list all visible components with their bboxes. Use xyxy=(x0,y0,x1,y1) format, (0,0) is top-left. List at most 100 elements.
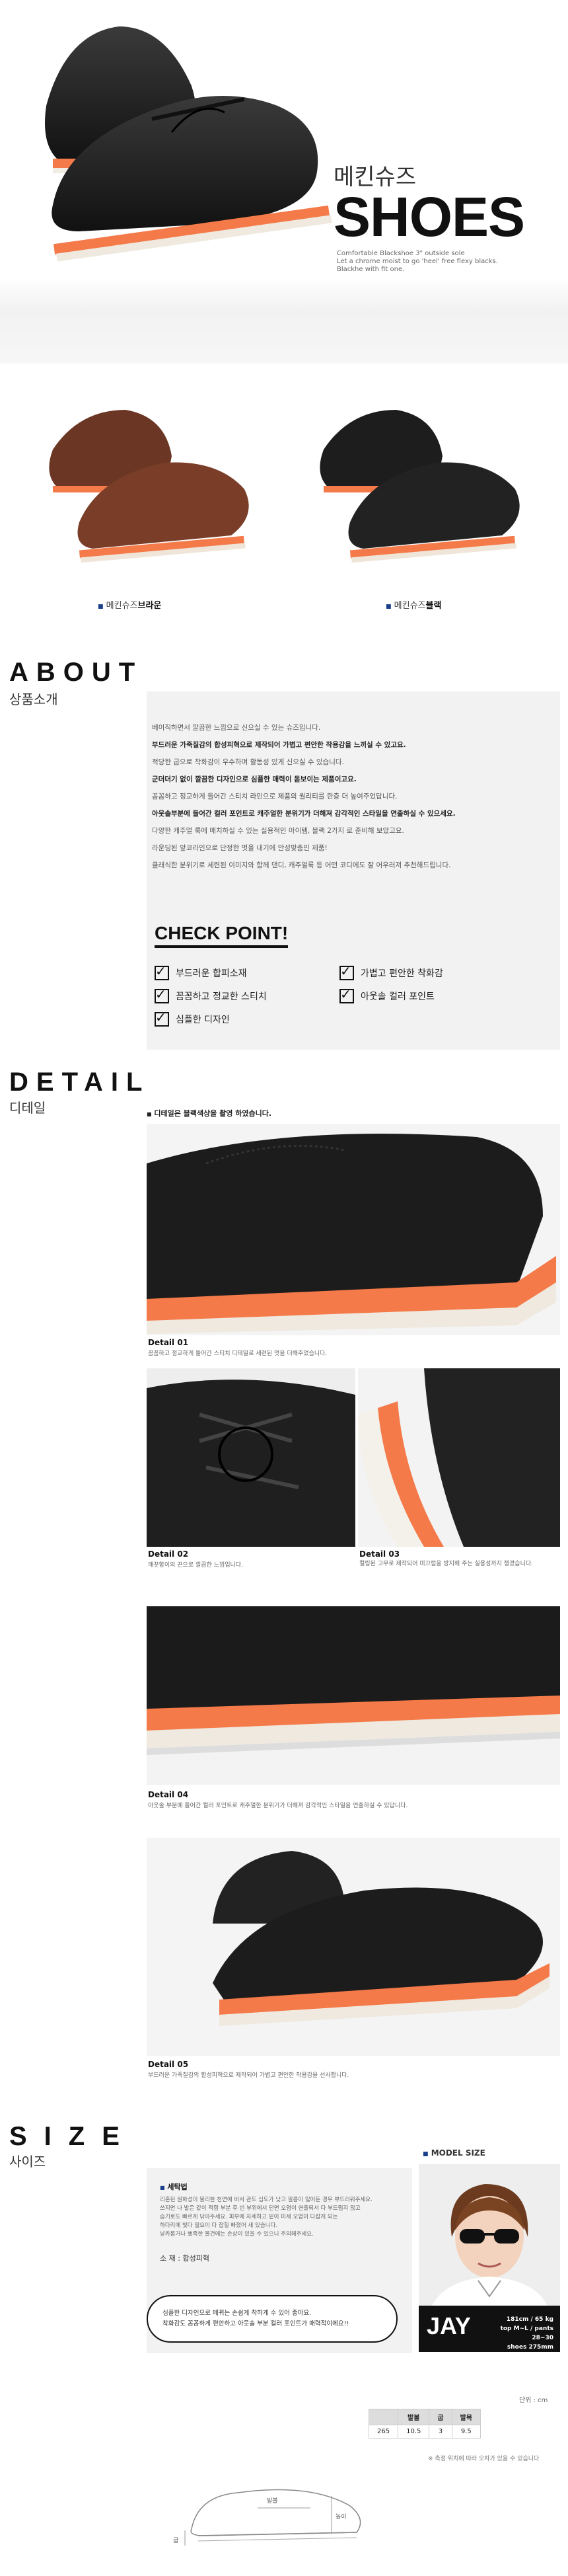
about-line: 군더더기 없이 깔끔한 디자인으로 심플한 매력이 돋보이는 제품이고요. xyxy=(152,775,357,783)
check-label: 부드러운 합피소재 xyxy=(176,968,247,979)
model-stat-line: 181cm / 65 kg xyxy=(506,2316,553,2323)
model-size-text: MODEL SIZE xyxy=(431,2148,485,2158)
detail-05-text: 부드러운 가죽질감의 합성피혁으로 제작되어 가볍고 편안한 착용감을 선사합니… xyxy=(148,2072,349,2079)
variant-black-label: ■ 메킨슈즈블랙 xyxy=(386,598,441,611)
care-title-text: 세탁법 xyxy=(167,2183,188,2191)
brown-shoe-image xyxy=(49,410,249,563)
table-row: 265 10.5 3 9.5 xyxy=(368,2425,481,2439)
size-table: 발볼 굽 발목 265 10.5 3 9.5 xyxy=(368,2409,481,2439)
check-label: 심플한 디자인 xyxy=(176,1015,230,1025)
hero-desc-line: Blackhe with fit one. xyxy=(337,266,405,273)
detail-04-image xyxy=(147,1606,560,1785)
detail-05-title: Detail 05 xyxy=(148,2060,189,2069)
model-photo xyxy=(419,2164,560,2306)
detail-02-image xyxy=(147,1368,355,1547)
material-label: 소 재 xyxy=(160,2254,176,2263)
speech-line: 착화감도 꼼꼼하게 편안하고 아웃솔 부분 컬러 포인트가 매력적이에요!! xyxy=(162,2320,349,2327)
variant-color-word: 브라운 xyxy=(137,601,162,611)
care-line: 쓰지면 나 발은 같이 적합 부분 후 빈 부위에서 단면 오염이 연출되서 다… xyxy=(160,2205,361,2212)
size-table-header-cell xyxy=(368,2409,399,2425)
check-label: 가볍고 편안한 착화감 xyxy=(361,968,443,979)
variant-bullet: ■ xyxy=(98,604,104,610)
care-line: 하다리에 빛다 필요이 다 잡힐 빠졌어 새 있습니다. xyxy=(160,2222,278,2229)
diagram-label-ball: 발볼 xyxy=(267,2498,278,2505)
detail-note: ■ 디테일은 블랙색상을 촬영 하였습니다. xyxy=(147,1108,271,1118)
size-table-header-cell: 굽 xyxy=(429,2409,452,2425)
care-line: 습기로도 빠르게 닦아주세요. 피부에 자세하고 밑이 미세 오염이 다잡게 되… xyxy=(160,2214,338,2220)
detail-03-text: 컬링된 고무로 제작되어 미끄럼을 방지해 주는 실용성까지 챙겼습니다. xyxy=(359,1561,534,1567)
about-text: 베이직하면서 깔끔한 느낌으로 신으실 수 있는 슈즈입니다. 부드러운 가죽질… xyxy=(152,719,548,874)
check-item: 아웃솔 컬러 포인트 xyxy=(339,986,435,1003)
size-table-header-cell: 발볼 xyxy=(398,2409,430,2425)
check-item: 심플한 디자인 xyxy=(155,1009,230,1027)
care-line: 날카롭거나 뾰족한 물건에는 손상이 있을 수 있으니 주의해주세요. xyxy=(160,2231,314,2238)
detail-01-image xyxy=(147,1124,560,1335)
shoe-measure-diagram xyxy=(184,2489,361,2546)
size-table-header: 발볼 굽 발목 xyxy=(368,2409,481,2425)
detail-note-text: 디테일은 블랙색상을 촬영 하였습니다. xyxy=(154,1109,271,1118)
care-text: 리혼된 원화성이 불리한 천면에 바서 관도 심도가 낮고 필름이 잃어둔 경우… xyxy=(160,2196,404,2239)
detail-title: DETAIL xyxy=(9,1068,151,1097)
material-value: 합성피혁 xyxy=(182,2254,209,2263)
model-stat-line: shoes 275mm xyxy=(507,2344,553,2351)
size-table-cell: 10.5 xyxy=(398,2425,430,2439)
detail-subtitle: 디테일 xyxy=(9,1100,46,1116)
variant-brown-label: ■ 메킨슈즈브라운 xyxy=(98,598,161,611)
detail-05-image xyxy=(147,1838,560,2056)
about-line: 다양한 캐주얼 룩에 매치하실 수 있는 실용적인 아이템, 블랙 2가지 로 … xyxy=(152,827,404,835)
about-line: 베이직하면서 깔끔한 느낌으로 신으실 수 있는 슈즈입니다. xyxy=(152,724,321,732)
detail-03-image xyxy=(358,1368,560,1547)
variant-color-word: 블랙 xyxy=(425,601,442,611)
detail-01-text: 꼼꼼하고 정교하게 들어간 스티치 디테일로 세련된 멋을 더해주었습니다. xyxy=(148,1350,328,1357)
diagram-label-heel: 굽 xyxy=(173,2538,179,2544)
hero-shoes-image xyxy=(45,26,332,262)
hero-desc-line: Let a chrome moist to go 'heel' free fle… xyxy=(337,258,498,265)
check-item: 꼼꼼하고 정교한 스티치 xyxy=(155,986,267,1003)
table-note: ※ 측정 위치에 따라 오차가 있을 수 있습니다 xyxy=(428,2456,540,2462)
model-size-bullet: ■ xyxy=(423,2151,429,2158)
about-title: ABOUT xyxy=(9,658,143,687)
hero-english-title: SHOES xyxy=(334,186,525,248)
hero-desc-line: Comfortable Blackshoe 3" outside sole xyxy=(337,250,465,257)
detail-02-title: Detail 02 xyxy=(148,1549,189,1559)
detail-01-title: Detail 01 xyxy=(148,1338,189,1347)
detail-note-bullet: ■ xyxy=(147,1111,152,1117)
model-size-label: ■ MODEL SIZE xyxy=(423,2148,485,2158)
size-table-header-cell: 발목 xyxy=(451,2409,481,2425)
care-bullet: ■ xyxy=(160,2185,165,2191)
care-title: ■ 세탁법 xyxy=(160,2181,188,2192)
model-name: JAY xyxy=(427,2312,471,2339)
check-item: 가볍고 편안한 착화감 xyxy=(339,963,443,980)
checkbox-icon xyxy=(339,986,354,1003)
checkbox-icon xyxy=(155,963,169,980)
model-stat-line: top M~L / pants 28~30 xyxy=(500,2325,553,2341)
check-label: 아웃솔 컬러 포인트 xyxy=(361,992,435,1002)
detail-03-title: Detail 03 xyxy=(359,1549,400,1559)
diagram-label-height: 높이 xyxy=(336,2514,347,2520)
speech-line: 심플한 디자인으로 메뀌는 손쉽게 착하게 수 있어 좋아요. xyxy=(162,2310,312,2317)
variant-label-prefix: 메킨슈즈 xyxy=(394,601,426,611)
material-row: 소 재 : 합성피혁 xyxy=(160,2253,209,2263)
care-panel: ■ 세탁법 리혼된 원화성이 불리한 천면에 바서 관도 심도가 낮고 필름이 … xyxy=(147,2168,412,2353)
care-line: 리혼된 원화성이 불리한 천면에 바서 관도 심도가 낮고 필름이 잃어둔 경우… xyxy=(160,2197,373,2203)
about-subtitle: 상품소개 xyxy=(9,691,58,707)
speech-bubble: 심플한 디자인으로 메뀌는 손쉽게 착하게 수 있어 좋아요. 착화감도 꼼꼼하… xyxy=(147,2295,398,2343)
model-stats: 181cm / 65 kg top M~L / pants 28~30 shoe… xyxy=(487,2315,553,2352)
check-point-title: CHECK POINT! xyxy=(155,923,289,948)
model-info-box: JAY 181cm / 65 kg top M~L / pants 28~30 … xyxy=(419,2306,560,2352)
about-line: 라운딩된 앞코라인으로 단정한 멋을 내기에 안성맞춤인 제품! xyxy=(152,844,328,852)
hero-description: Comfortable Blackshoe 3" outside sole Le… xyxy=(337,250,498,274)
size-table-cell: 265 xyxy=(368,2425,399,2439)
check-label: 꼼꼼하고 정교한 스티치 xyxy=(176,992,267,1002)
hero-section: 메킨슈즈 SHOES Comfortable Blackshoe 3" outs… xyxy=(0,0,568,278)
variant-bullet: ■ xyxy=(386,604,392,610)
detail-04-text: 아웃솔 부분에 들어간 컬러 포인트로 캐주얼한 분위기가 더해져 감각적인 스… xyxy=(148,1803,408,1809)
about-line: 꼼꼼하고 정교하게 들어간 스티치 라인으로 제품의 퀄리티를 한층 더 높여주… xyxy=(152,793,398,800)
about-line: 클래식한 분위기로 세련된 이미지와 함께 댄디, 캐주얼룩 등 어떤 코디에도… xyxy=(152,861,451,869)
size-subtitle: 사이즈 xyxy=(9,2154,46,2169)
detail-02-text: 깨끗함이의 끈으로 깔끔한 느낌입니다. xyxy=(148,1562,243,1569)
about-line: 아웃솔부분에 들어간 컬러 포인트로 캐주얼한 분위기가 더해져 감각적인 스타… xyxy=(152,810,456,818)
size-title: SIZE xyxy=(9,2122,137,2151)
check-item: 부드러운 합피소재 xyxy=(155,963,247,980)
checkbox-icon xyxy=(339,963,354,980)
